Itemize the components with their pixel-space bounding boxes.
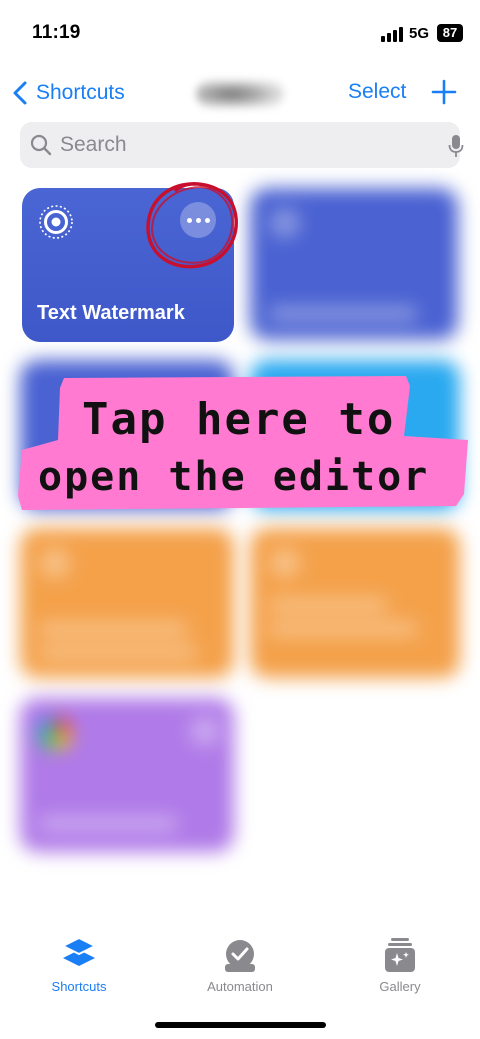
status-time: 11:19 xyxy=(32,22,81,43)
tab-shortcuts[interactable]: Shortcuts xyxy=(19,930,139,1000)
tab-label: Automation xyxy=(207,979,273,994)
target-icon xyxy=(39,205,73,239)
shortcut-tile-blurred[interactable] xyxy=(20,698,234,852)
cellular-signal-icon xyxy=(381,26,405,42)
annotation-line-1: Tap here to xyxy=(82,394,396,445)
annotation-line-2: open the editor xyxy=(38,454,430,500)
search-icon xyxy=(30,134,52,156)
tab-label: Shortcuts xyxy=(51,979,107,994)
search-bar[interactable] xyxy=(20,122,464,168)
search-input[interactable] xyxy=(60,122,420,168)
add-shortcut-button[interactable] xyxy=(430,78,458,106)
blurred-folder-title xyxy=(196,80,284,108)
network-type: 5G xyxy=(409,25,430,42)
tab-automation[interactable]: Automation xyxy=(180,930,300,1000)
layers-icon xyxy=(61,936,97,966)
status-bar: 11:19 5G 87 xyxy=(0,0,480,60)
annotation-circle xyxy=(146,182,238,269)
navigation-bar: Shortcuts Select xyxy=(0,70,480,116)
chevron-left-icon xyxy=(13,81,27,105)
microphone-icon[interactable] xyxy=(448,134,464,158)
back-button-label: Shortcuts xyxy=(36,81,125,104)
shortcut-tile-blurred[interactable] xyxy=(250,188,458,340)
back-button[interactable]: Shortcuts xyxy=(10,78,125,108)
home-indicator[interactable] xyxy=(155,1022,326,1028)
gallery-sparkle-icon xyxy=(385,938,415,972)
tab-label: Gallery xyxy=(379,979,421,994)
shortcut-tile-blurred[interactable] xyxy=(20,528,234,678)
tab-bar: Shortcuts Automation Gallery xyxy=(0,930,480,1000)
shortcut-name: Text Watermark xyxy=(37,302,185,324)
tab-gallery[interactable]: Gallery xyxy=(340,930,460,1000)
shortcut-tile-blurred[interactable] xyxy=(250,528,460,678)
battery-icon: 87 xyxy=(437,24,463,42)
select-button[interactable]: Select xyxy=(348,80,406,104)
clock-check-icon xyxy=(225,940,255,972)
